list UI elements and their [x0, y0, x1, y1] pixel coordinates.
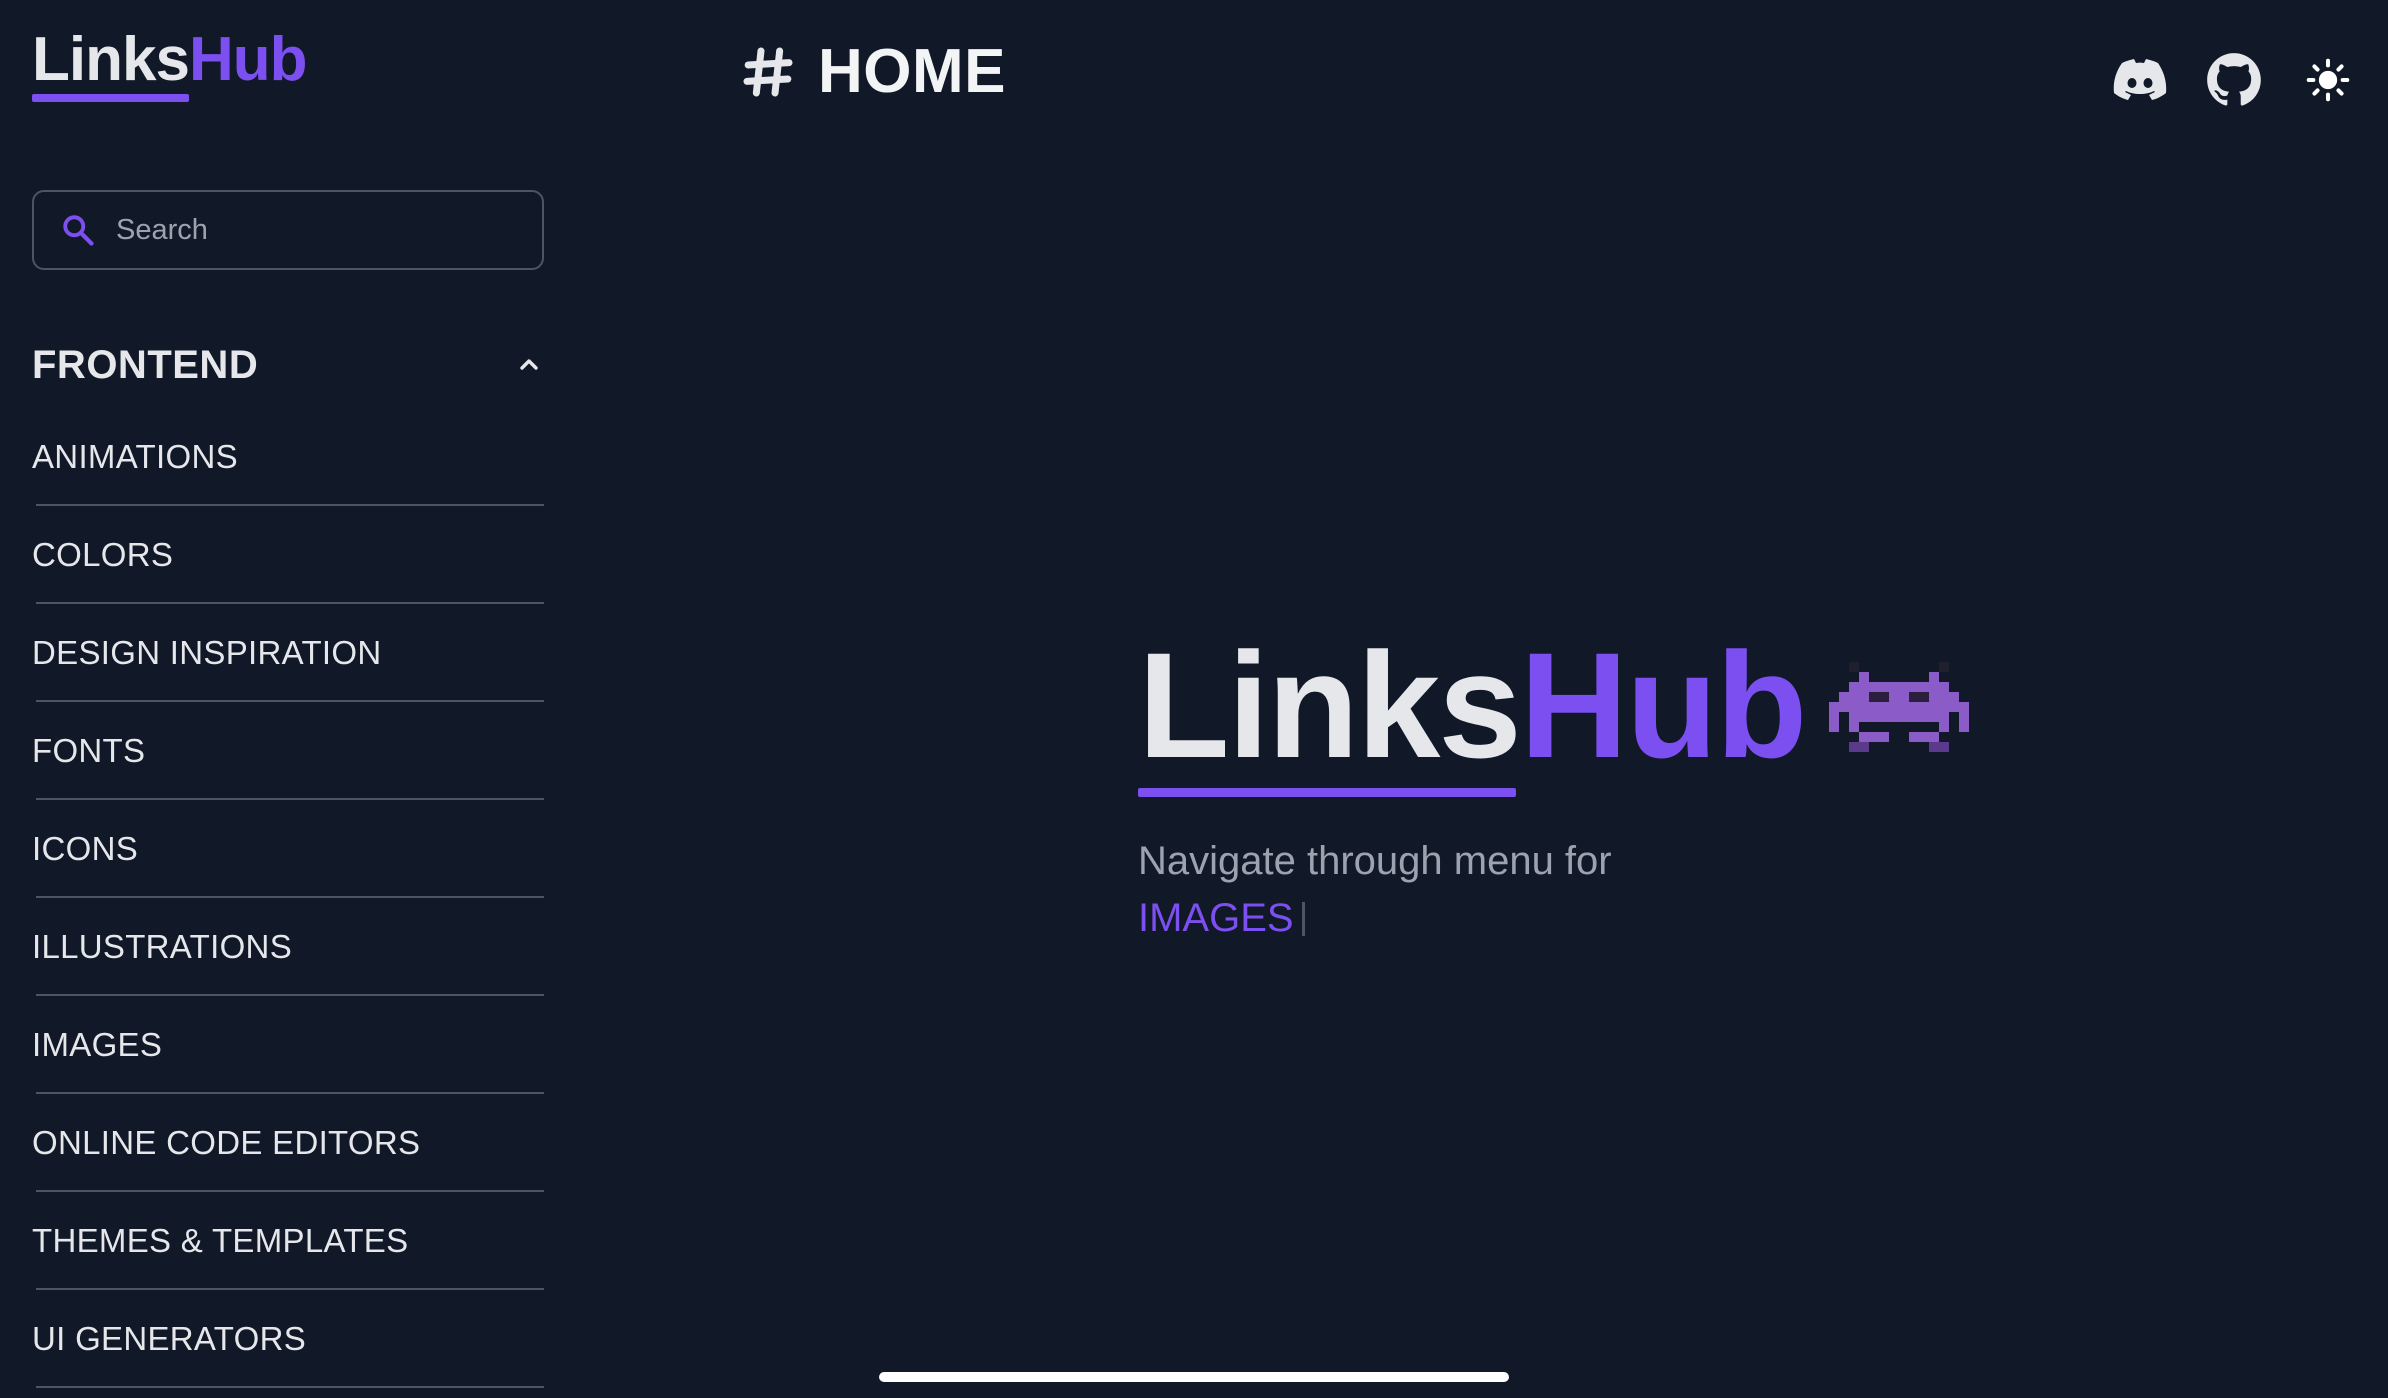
sidebar-item-label: COLORS — [32, 536, 174, 573]
sidebar: LinksHub FRONTEND ANIMATIONS COLORS — [0, 0, 580, 1398]
sidebar-item-label: ICONS — [32, 830, 139, 867]
hero-title-hub: Hub — [1519, 621, 1808, 789]
page-title-text: HOME — [818, 37, 1006, 106]
search-icon — [58, 210, 98, 250]
github-icon[interactable] — [2206, 52, 2262, 108]
sidebar-item-design-inspiration[interactable]: DESIGN INSPIRATION — [32, 606, 544, 702]
hero-subtitle: Navigate through menu for — [1138, 839, 1612, 883]
sidebar-item-label: THEMES & TEMPLATES — [32, 1222, 409, 1259]
sidebar-nav: ANIMATIONS COLORS DESIGN INSPIRATION FON… — [32, 410, 544, 1390]
sidebar-item-label: DESIGN INSPIRATION — [32, 634, 382, 671]
logo-part-hub: Hub — [188, 25, 308, 94]
search-box[interactable] — [32, 190, 544, 270]
search-input[interactable] — [114, 212, 518, 248]
alien-monster-icon — [1829, 645, 1970, 765]
sidebar-item-label: ANIMATIONS — [32, 438, 238, 475]
sidebar-item-label: ONLINE CODE EDITORS — [32, 1124, 421, 1161]
hash-icon — [740, 44, 796, 100]
sidebar-item-colors[interactable]: COLORS — [32, 508, 544, 604]
logo-underline — [32, 94, 189, 102]
sidebar-item-images[interactable]: IMAGES — [32, 998, 544, 1094]
app: LinksHub FRONTEND ANIMATIONS COLORS — [0, 0, 2388, 1398]
section-frontend-header[interactable]: FRONTEND — [32, 340, 544, 390]
discord-icon[interactable] — [2112, 52, 2168, 108]
chevron-up-icon[interactable] — [514, 350, 544, 380]
sidebar-item-label: UI GENERATORS — [32, 1320, 307, 1357]
header-actions — [2074, 52, 2356, 108]
page-title: HOME — [740, 36, 1006, 107]
hero: Links Hub Navigate through menu for IMAG… — [1138, 620, 1970, 941]
sidebar-item-label: IMAGES — [32, 1026, 163, 1063]
sidebar-item-icons[interactable]: ICONS — [32, 802, 544, 898]
sun-icon[interactable] — [2300, 52, 2356, 108]
sidebar-item-fonts[interactable]: FONTS — [32, 704, 544, 800]
sidebar-item-online-code-editors[interactable]: ONLINE CODE EDITORS — [32, 1096, 544, 1192]
sidebar-item-animations[interactable]: ANIMATIONS — [32, 410, 544, 506]
sidebar-item-ui-generators[interactable]: UI GENERATORS — [32, 1292, 544, 1388]
home-indicator[interactable] — [879, 1372, 1509, 1382]
logo-part-links: Links — [32, 25, 190, 94]
hero-typed-text: IMAGES — [1138, 896, 1969, 941]
hero-title-links: Links — [1138, 621, 1522, 789]
sidebar-item-illustrations[interactable]: ILLUSTRATIONS — [32, 900, 544, 996]
sidebar-item-label: ILLUSTRATIONS — [32, 928, 293, 965]
sidebar-item-themes-templates[interactable]: THEMES & TEMPLATES — [32, 1194, 544, 1290]
hero-title: Links Hub — [1138, 620, 1970, 790]
logo[interactable]: LinksHub — [32, 22, 308, 98]
typing-caret — [1301, 901, 1305, 936]
section-title: FRONTEND — [32, 342, 259, 387]
hero-typed-value: IMAGES — [1138, 896, 1294, 940]
sidebar-item-label: FONTS — [32, 732, 146, 769]
